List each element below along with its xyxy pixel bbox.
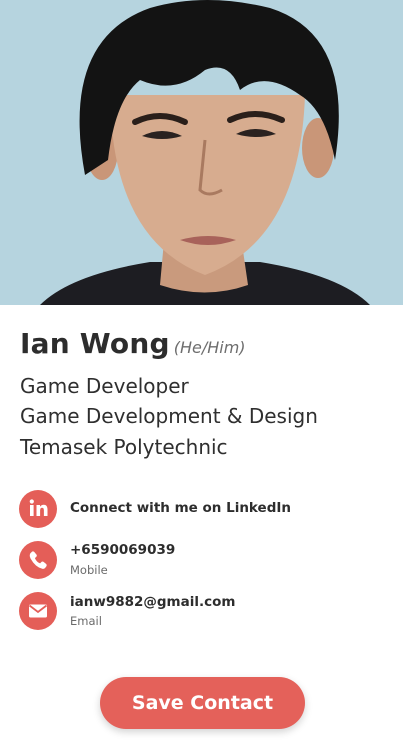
profile-school: Temasek Polytechnic xyxy=(20,435,228,459)
profile-name: Ian Wong xyxy=(20,327,170,360)
linkedin-label: Connect with me on LinkedIn xyxy=(70,500,291,516)
contact-card: Ian Wong (He/Him) Game Developer Game Dev… xyxy=(0,0,403,750)
contact-email[interactable]: ianw9882@gmail.com Email xyxy=(19,592,389,630)
email-address: ianw9882@gmail.com xyxy=(70,594,236,610)
email-icon xyxy=(19,592,57,630)
phone-number: +6590069039 xyxy=(70,542,176,558)
email-type: Email xyxy=(70,614,102,628)
name-row: Ian Wong (He/Him) xyxy=(20,327,246,360)
save-contact-button[interactable]: Save Contact xyxy=(100,677,305,729)
linkedin-icon xyxy=(19,490,57,528)
profile-photo xyxy=(0,0,403,305)
contact-linkedin[interactable]: Connect with me on LinkedIn xyxy=(19,490,389,528)
profile-title: Game Developer xyxy=(20,374,189,398)
profile-course: Game Development & Design xyxy=(20,404,318,428)
phone-type: Mobile xyxy=(70,563,108,577)
profile-pronouns: (He/Him) xyxy=(173,338,246,357)
contact-phone[interactable]: +6590069039 Mobile xyxy=(19,541,389,579)
phone-icon xyxy=(19,541,57,579)
